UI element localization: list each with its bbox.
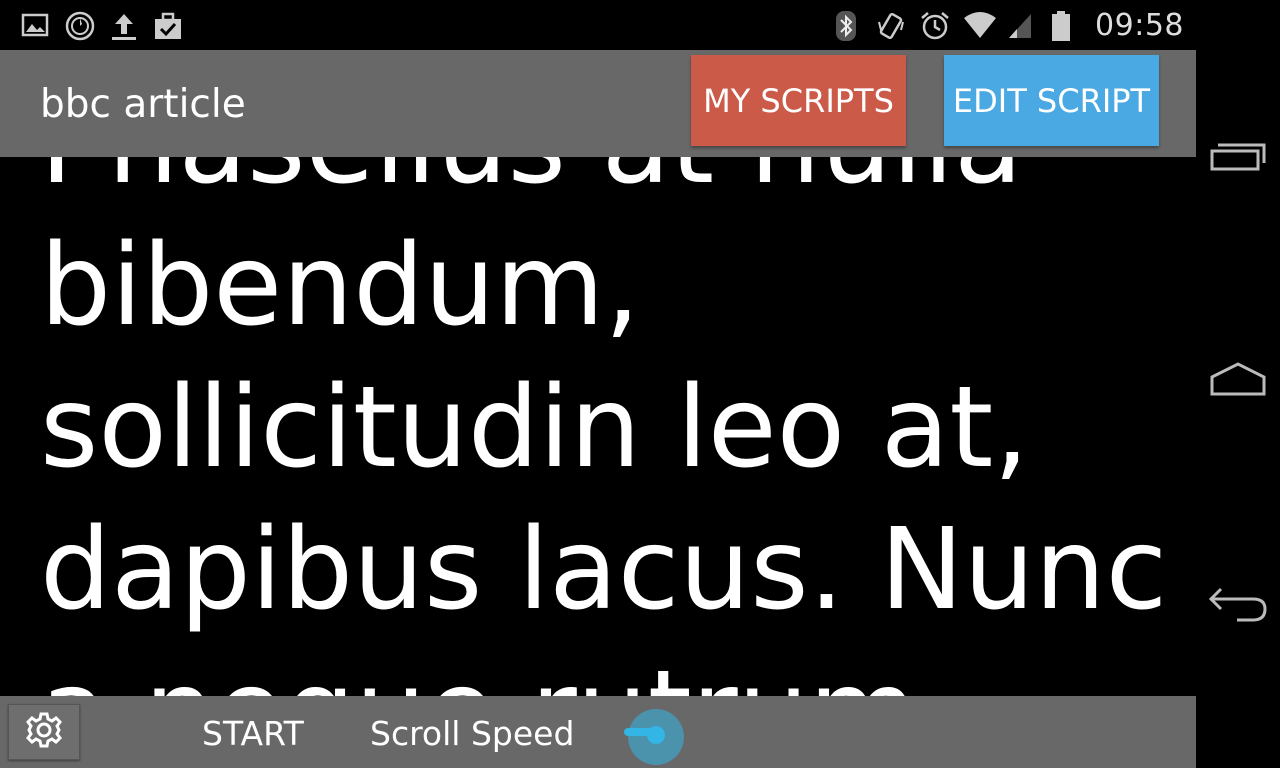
wifi-icon [963, 10, 997, 40]
navigation-bar [1196, 0, 1280, 768]
back-icon [1207, 583, 1269, 628]
my-scripts-button[interactable]: MY SCRIPTS [691, 55, 906, 146]
home-button[interactable] [1208, 356, 1268, 406]
prompter-text: Phasellus at nulla bibendum, sollicitudi… [40, 157, 1168, 696]
gear-icon [24, 710, 64, 755]
settings-button[interactable] [8, 704, 80, 760]
status-bar: 09:58 [0, 0, 1196, 50]
recent-apps-button[interactable] [1208, 134, 1268, 184]
scroll-speed-slider[interactable] [622, 706, 702, 765]
script-title: bbc article [40, 82, 246, 127]
image-icon [20, 10, 50, 40]
action-bar: bbc article MY SCRIPTS EDIT SCRIPT [0, 50, 1196, 157]
signal-icon [1007, 10, 1037, 40]
battery-icon [1051, 10, 1081, 41]
alarm-icon [919, 10, 949, 40]
vibrate-icon [875, 10, 905, 40]
status-right-icons: 09:58 [831, 7, 1184, 43]
bluetooth-icon [831, 10, 861, 41]
scroll-speed-label: Scroll Speed [370, 714, 575, 753]
home-icon [1209, 361, 1267, 402]
recent-apps-icon [1209, 141, 1267, 178]
briefcase-check-icon [152, 10, 182, 40]
status-left-icons [20, 8, 182, 42]
slider-thumb[interactable] [647, 726, 665, 744]
sync-icon [64, 10, 95, 41]
status-time: 09:58 [1095, 7, 1184, 43]
edit-script-button[interactable]: EDIT SCRIPT [944, 55, 1159, 146]
upload-icon [108, 10, 138, 40]
control-bar: START Scroll Speed [0, 696, 1196, 768]
prompter-view[interactable]: Phasellus at nulla bibendum, sollicitudi… [0, 157, 1196, 696]
back-button[interactable] [1208, 580, 1268, 630]
start-button[interactable]: START [202, 714, 304, 753]
